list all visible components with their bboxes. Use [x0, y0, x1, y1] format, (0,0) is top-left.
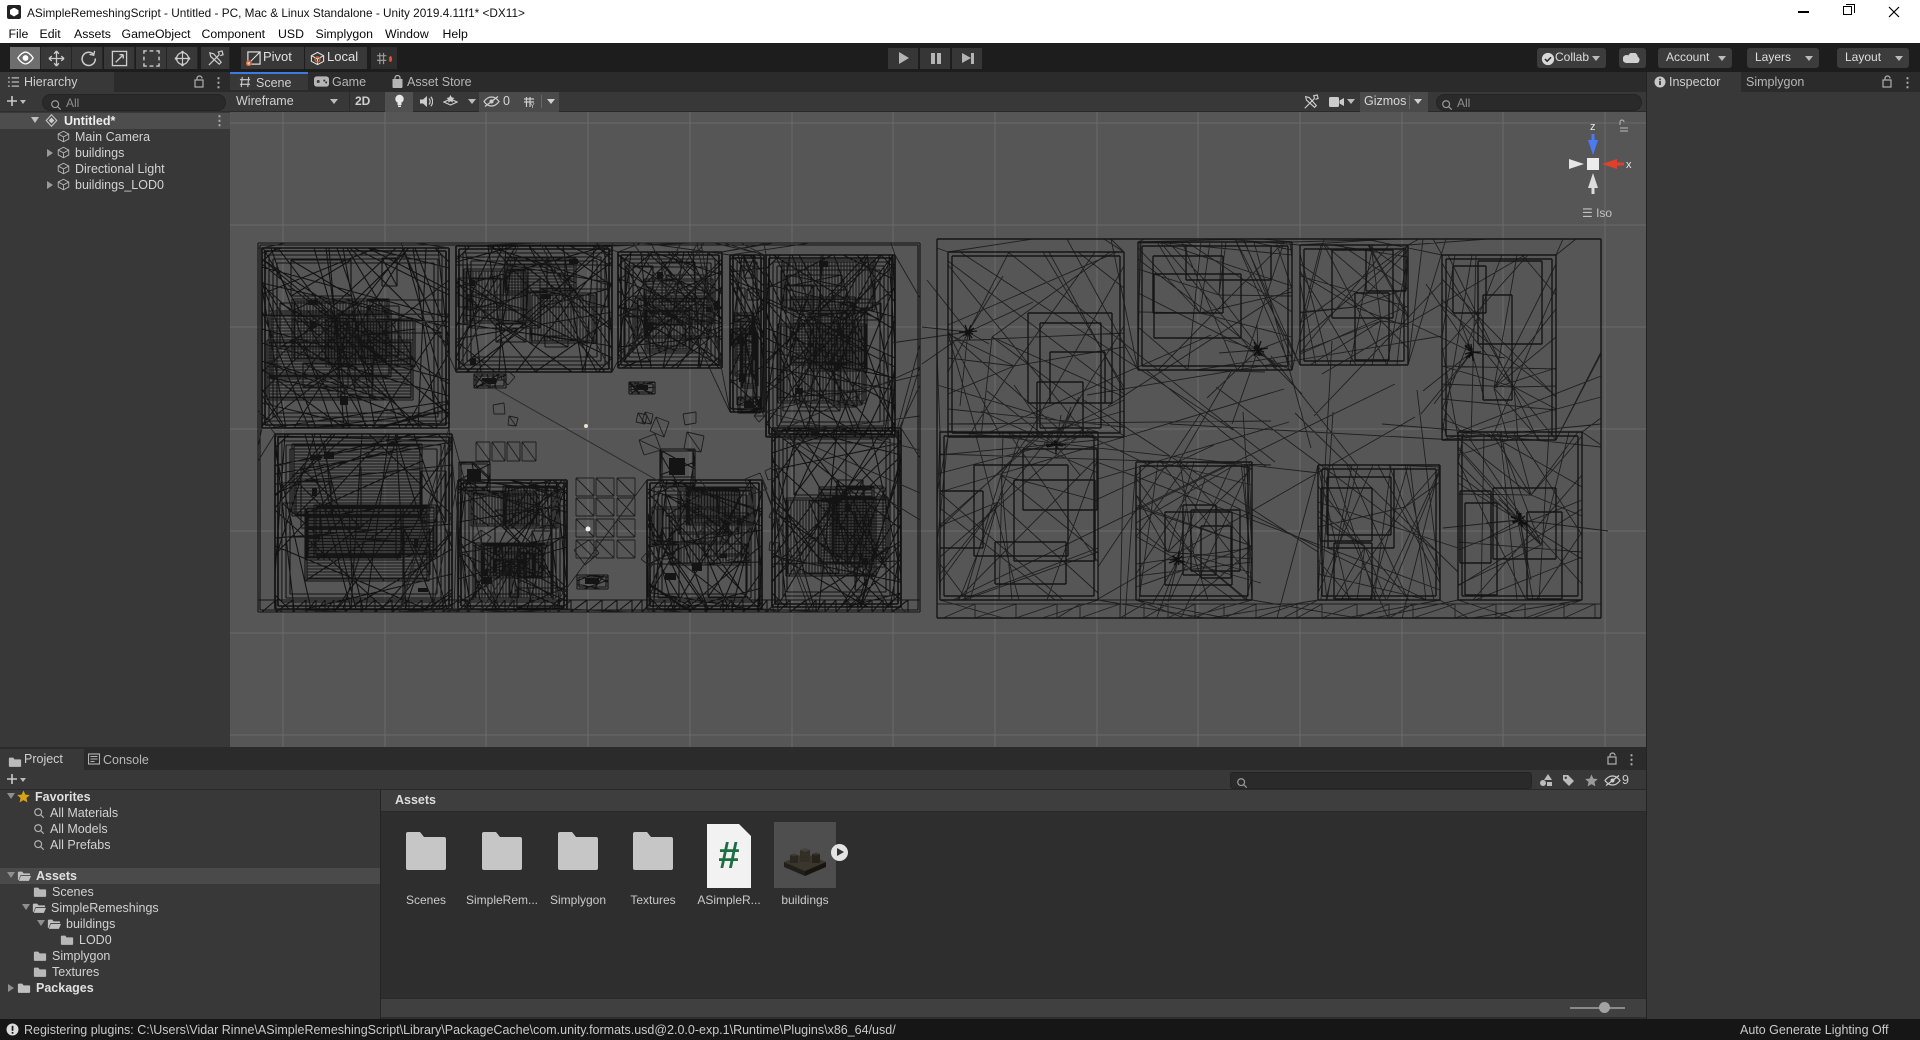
svg-text:☰ Iso: ☰ Iso	[1582, 206, 1612, 220]
svg-text:Y: Y	[530, 103, 535, 109]
svg-text:z: z	[1590, 121, 1596, 133]
svg-text:#: #	[718, 835, 739, 877]
svg-text:x: x	[1626, 159, 1632, 171]
